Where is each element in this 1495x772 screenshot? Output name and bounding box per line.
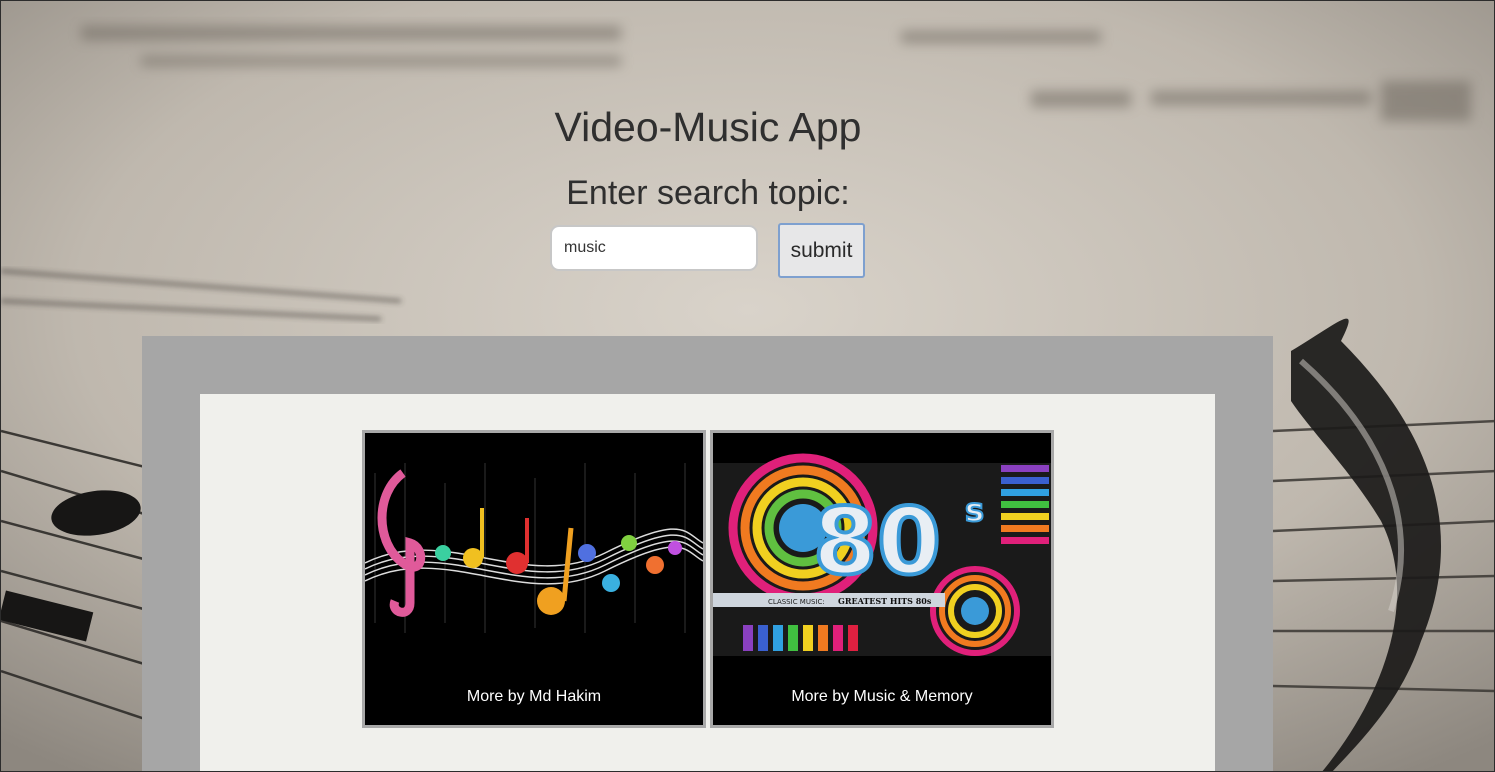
results-grid: More by Md Hakim 80 s CLASSIC MUSIC: GRE… (200, 394, 1215, 771)
thumb-small-text: CLASSIC MUSIC: (768, 598, 825, 606)
search-input[interactable] (550, 225, 758, 271)
video-card[interactable]: 80 s CLASSIC MUSIC: GREATEST HITS 80s Mo… (710, 430, 1054, 728)
page-title: Video-Music App (554, 104, 862, 150)
greatest-hits-80s-icon: 80 s CLASSIC MUSIC: GREATEST HITS 80s (713, 433, 1051, 656)
thumb-s-text: s (965, 491, 984, 529)
video-card[interactable]: More by Md Hakim (362, 430, 706, 728)
card-caption: More by Md Hakim (466, 688, 602, 705)
results-panel: More by Md Hakim 80 s CLASSIC MUSIC: GRE… (142, 336, 1273, 771)
card-caption: More by Music & Memory (791, 688, 973, 705)
app-window: Video-Music App Enter search topic: subm… (0, 0, 1495, 772)
thumb-80-text: 80 (813, 488, 941, 595)
colorful-music-notes-icon (365, 433, 703, 656)
thumb-bold-text: GREATEST HITS 80s (838, 596, 932, 606)
submit-button[interactable]: submit (778, 223, 865, 278)
search-label: Enter search topic: (566, 174, 850, 212)
